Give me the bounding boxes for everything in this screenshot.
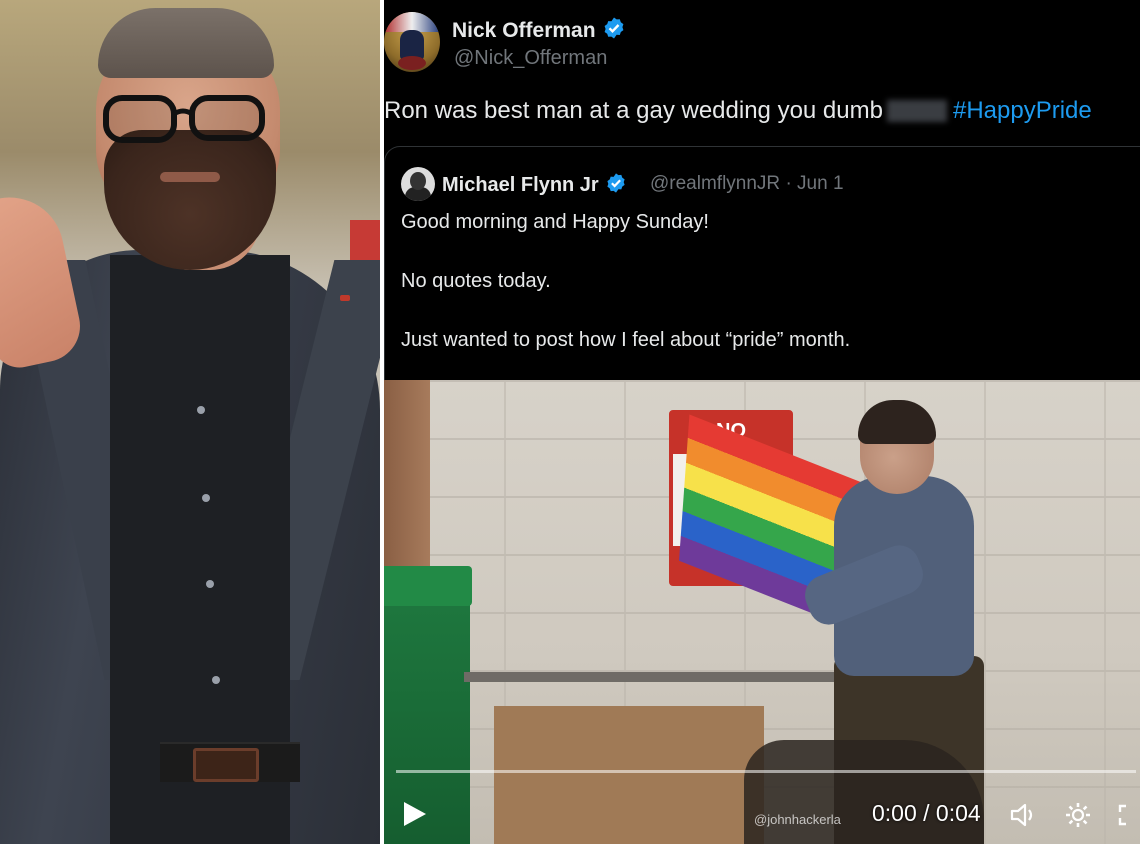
quoted-author-handle[interactable]: @realmflynnJR · Jun 1 xyxy=(650,173,844,195)
quoted-handle-text: @realmflynnJR xyxy=(650,173,781,194)
video-player[interactable]: NO @johnhackerla 0:00 / 0:04 xyxy=(384,380,1140,844)
author-name-text: Nick Offerman xyxy=(452,19,596,42)
quoted-author-name[interactable]: Michael Flynn Jr xyxy=(442,172,627,197)
lapel-pin xyxy=(340,295,350,301)
tweet-card: Nick Offerman @Nick_Offerman Ron was bes… xyxy=(384,0,1140,380)
censored-word xyxy=(886,100,947,122)
video-controls: @johnhackerla 0:00 / 0:04 xyxy=(384,780,1140,844)
video-watermark: @johnhackerla xyxy=(754,812,841,827)
hashtag-link[interactable]: #HappyPride xyxy=(953,97,1092,124)
author-name[interactable]: Nick Offerman xyxy=(452,16,626,43)
tweet-text: Ron was best man at a gay wedding you du… xyxy=(384,97,1092,125)
quoted-line-3: Just wanted to post how I feel about “pr… xyxy=(401,329,851,351)
shirt-button xyxy=(197,406,205,414)
person-photo xyxy=(0,0,380,844)
video-time: 0:00 / 0:04 xyxy=(872,800,981,826)
belt-buckle xyxy=(193,748,259,782)
shirt-button xyxy=(206,580,214,588)
quoted-author-name-text: Michael Flynn Jr xyxy=(442,174,599,196)
shirt-button xyxy=(212,676,220,684)
verified-badge-icon xyxy=(607,173,625,193)
fullscreen-icon[interactable] xyxy=(1116,800,1140,830)
mouth xyxy=(160,172,220,182)
shirt-button xyxy=(202,494,210,502)
volume-icon[interactable] xyxy=(1008,800,1038,830)
quoted-line-1: Good morning and Happy Sunday! xyxy=(401,211,709,233)
verified-badge-icon xyxy=(604,17,623,39)
glasses xyxy=(103,95,265,143)
quoted-date: · Jun 1 xyxy=(785,173,844,194)
quoted-author-avatar[interactable] xyxy=(401,167,435,201)
quoted-line-2: No quotes today. xyxy=(401,270,551,292)
author-avatar[interactable] xyxy=(384,12,440,72)
play-icon[interactable] xyxy=(404,802,426,826)
video-progress-bar[interactable] xyxy=(396,770,1136,773)
tweet-text-body: Ron was best man at a gay wedding you du… xyxy=(384,97,883,124)
gear-icon[interactable] xyxy=(1063,800,1093,830)
author-handle[interactable]: @Nick_Offerman xyxy=(454,47,607,70)
hair xyxy=(98,8,274,78)
